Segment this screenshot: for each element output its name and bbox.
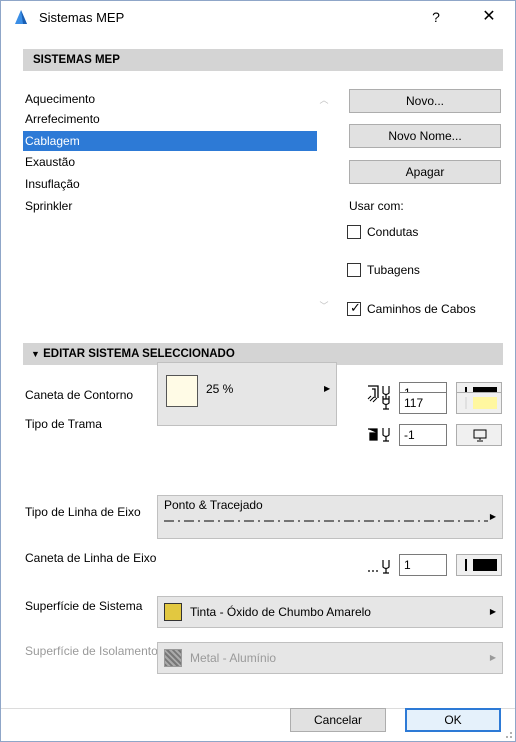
insulation-surface-label: Superfície de Isolamento	[25, 644, 158, 658]
archicad-logo-icon	[15, 10, 27, 24]
section-header-edit-label: EDITAR SISTEMA SELECCIONADO	[43, 348, 235, 360]
list-item[interactable]: Arrefecimento	[23, 109, 317, 129]
axis-line-type-value: Ponto & Tracejado	[164, 498, 263, 512]
pen-bar-icon	[465, 397, 467, 409]
fill-background-color-button[interactable]	[456, 424, 502, 446]
help-button[interactable]: ?	[426, 7, 446, 27]
system-surface-label: Superfície de Sistema	[25, 599, 143, 613]
use-with-label: Usar com:	[349, 199, 404, 213]
fill-type-label: Tipo de Trama	[25, 417, 102, 431]
scroll-down-icon[interactable]: ﹀	[318, 299, 330, 311]
axis-line-type-dropdown[interactable]: Ponto & Tracejado ▶	[157, 495, 503, 539]
axis-line-pen-color-button[interactable]	[456, 554, 502, 576]
chevron-right-icon: ▶	[489, 607, 496, 616]
condutas-checkbox[interactable]	[347, 225, 361, 239]
axis-line-pen-field[interactable]: 1	[399, 554, 447, 576]
list-item[interactable]: Aquecimento	[23, 89, 317, 109]
dash-dot-line-preview	[164, 520, 488, 522]
rename-button[interactable]: Novo Nome...	[349, 124, 501, 148]
tubagens-checkbox[interactable]	[347, 263, 361, 277]
tubagens-label[interactable]: Tubagens	[367, 263, 420, 277]
contour-pen-label: Caneta de Contorno	[25, 388, 134, 402]
caminhos-de-cabos-label[interactable]: Caminhos de Cabos	[367, 302, 476, 316]
chevron-right-icon: ▶	[324, 384, 331, 393]
surface-swatch	[164, 603, 182, 621]
list-item[interactable]: Cablagem	[23, 131, 317, 151]
ok-button[interactable]: OK	[405, 708, 501, 732]
fill-foreground-swatch	[473, 397, 497, 409]
new-button[interactable]: Novo...	[349, 89, 501, 113]
chevron-right-icon: ▶	[489, 653, 496, 662]
resize-grip-icon[interactable]	[501, 727, 513, 739]
system-surface-value: Tinta - Óxido de Chumbo Amarelo	[190, 605, 371, 619]
systems-list[interactable]: Aquecimento Arrefecimento Cablagem Exaus…	[23, 89, 319, 313]
condutas-label[interactable]: Condutas	[367, 225, 418, 239]
checkmark-icon: ✓	[350, 300, 361, 315]
insulation-surface-value: Metal - Alumínio	[190, 651, 277, 665]
fill-foreground-color-button[interactable]	[456, 392, 502, 414]
axis-line-pen-label: Caneta de Linha de Eixo	[25, 551, 157, 565]
dialog-client: SISTEMAS MEP Aquecimento Arrefecimento C…	[1, 33, 515, 741]
window-title: Sistemas MEP	[39, 10, 125, 25]
cancel-button[interactable]: Cancelar	[290, 708, 386, 732]
dialog-window: Sistemas MEP ? ✕ SISTEMAS MEP Aqueciment…	[0, 0, 516, 742]
metal-texture-swatch	[164, 649, 182, 667]
title-bar[interactable]: Sistemas MEP ? ✕	[1, 1, 515, 33]
list-item[interactable]: Sprinkler	[23, 196, 317, 216]
close-button[interactable]: ✕	[477, 7, 501, 27]
axis-line-pen-swatch	[473, 559, 497, 571]
monitor-icon	[473, 429, 487, 442]
list-item[interactable]: Exaustão	[23, 152, 317, 172]
insulation-surface-dropdown: Metal - Alumínio ▶	[157, 642, 503, 674]
axis-line-type-label: Tipo de Linha de Eixo	[25, 505, 141, 519]
delete-button[interactable]: Apagar	[349, 160, 501, 184]
scroll-up-icon[interactable]: ︿	[318, 93, 330, 105]
system-surface-dropdown[interactable]: Tinta - Óxido de Chumbo Amarelo ▶	[157, 596, 503, 628]
fill-pattern-selector[interactable]: 25 % ▶	[157, 362, 337, 426]
caminhos-de-cabos-checkbox[interactable]: ✓	[347, 300, 361, 316]
axis-line-pen-icon	[368, 560, 390, 574]
section-header-systems: SISTEMAS MEP	[23, 49, 503, 71]
fill-foreground-pen-field[interactable]: 117	[399, 392, 447, 414]
fill-background-pen-field[interactable]: -1	[399, 424, 447, 446]
fill-foreground-pen-icon	[367, 395, 390, 410]
fill-pattern-swatch	[166, 375, 198, 407]
fill-pattern-percent: 25 %	[206, 382, 234, 396]
list-item[interactable]: Insuflação	[23, 174, 317, 194]
collapse-triangle-icon: ▼	[31, 349, 40, 359]
fill-background-pen-icon	[368, 428, 390, 442]
chevron-right-icon: ▶	[489, 512, 496, 521]
pen-bar-icon	[465, 559, 467, 571]
